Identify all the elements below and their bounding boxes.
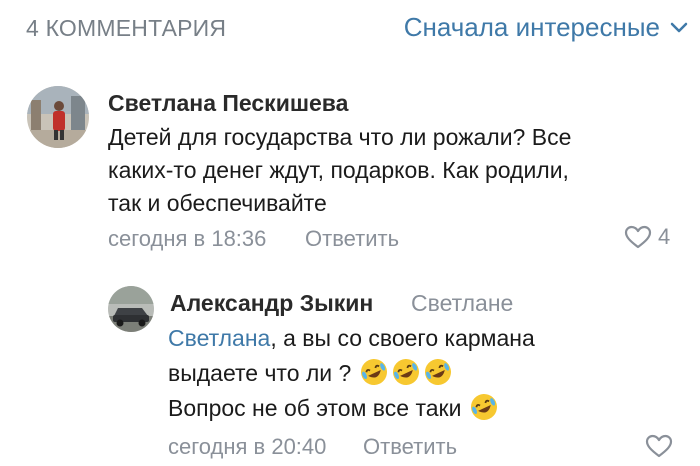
comment-text-line: так и обеспечивайте bbox=[108, 190, 327, 216]
reply-text: Светлана, а вы со своего кармана выдаете… bbox=[168, 321, 688, 426]
comment-text: Детей для государства что ли рожали? Все… bbox=[108, 121, 688, 220]
rolling-on-floor-laughing-emoji bbox=[424, 359, 451, 385]
comment-author[interactable]: Светлана Пескишева bbox=[108, 90, 348, 117]
reply-text-fragment: , а вы со своего кармана bbox=[270, 325, 535, 351]
reply-text-line: выдаете что ли ? bbox=[168, 356, 688, 391]
chevron-down-icon bbox=[670, 22, 688, 32]
reply-button[interactable]: Ответить bbox=[363, 434, 457, 460]
avatar[interactable] bbox=[27, 86, 89, 148]
mention-link[interactable]: Светлана bbox=[168, 325, 270, 351]
rolling-on-floor-laughing-emoji bbox=[392, 359, 419, 385]
rolling-on-floor-laughing-emoji bbox=[360, 359, 387, 385]
sort-label: Сначала интересные bbox=[403, 12, 660, 42]
heart-outline-icon bbox=[645, 434, 673, 458]
reply-button[interactable]: Ответить bbox=[305, 226, 399, 252]
comment-timestamp: сегодня в 18:36 bbox=[108, 226, 267, 251]
reply-text-fragment: Вопрос не об этом все таки bbox=[168, 395, 462, 421]
comments-count: 4 КОММЕНТАРИЯ bbox=[26, 15, 227, 41]
comments-header: 4 КОММЕНТАРИЯ Сначала интересные bbox=[0, 0, 700, 62]
reply-text-fragment: выдаете что ли ? bbox=[168, 360, 352, 386]
like-button[interactable] bbox=[645, 434, 679, 458]
comment-text-line: Детей для государства что ли рожали? Все bbox=[108, 124, 572, 150]
reply-to-label[interactable]: Светлане bbox=[411, 290, 513, 317]
reply-text-line: Вопрос не об этом все таки bbox=[168, 391, 688, 426]
sort-dropdown[interactable]: Сначала интересные bbox=[404, 12, 688, 43]
like-count: 4 bbox=[658, 224, 671, 249]
reply-author[interactable]: Александр Зыкин bbox=[170, 290, 373, 317]
like-button[interactable]: 4 bbox=[624, 224, 670, 250]
reply-timestamp: сегодня в 20:40 bbox=[168, 434, 327, 459]
heart-outline-icon bbox=[624, 225, 652, 249]
rolling-on-floor-laughing-emoji bbox=[470, 394, 497, 420]
comment-text-line: каких-то денег ждут, подарков. Как родил… bbox=[108, 157, 569, 183]
reply-text-line: Светлана, а вы со своего кармана bbox=[168, 321, 688, 356]
avatar[interactable] bbox=[108, 286, 154, 332]
